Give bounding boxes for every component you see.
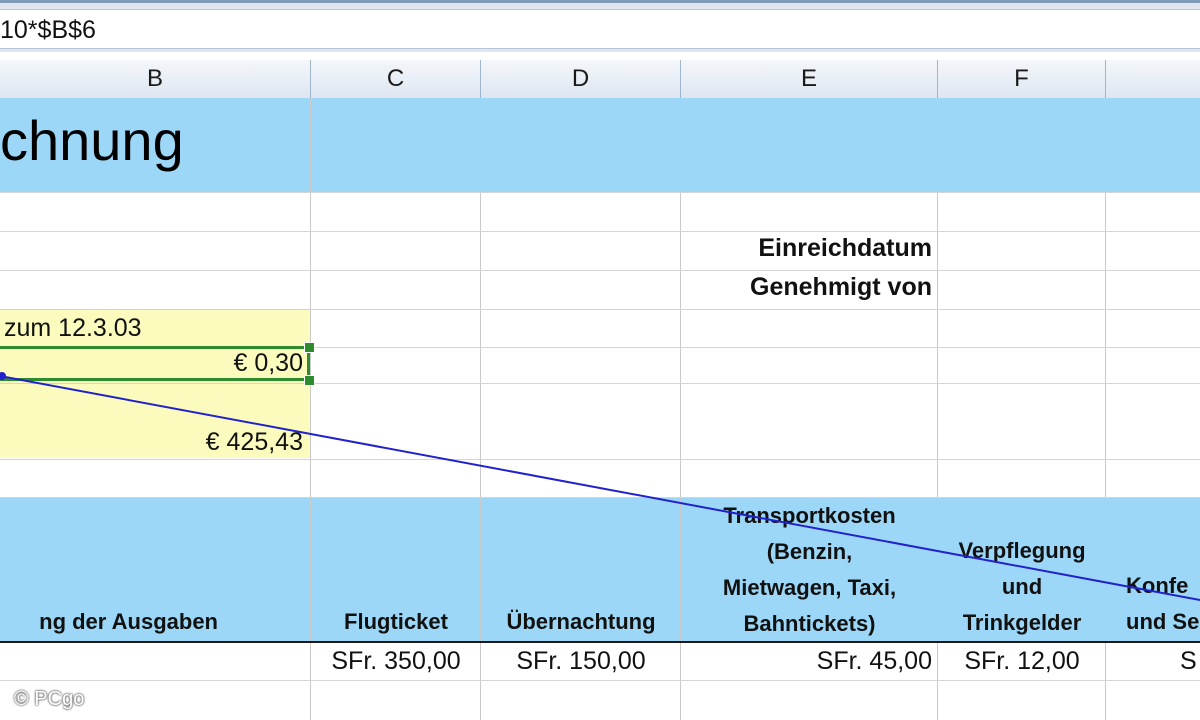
trace-precedent-arrow: [0, 372, 1200, 601]
watermark: © PCgo: [14, 688, 85, 710]
